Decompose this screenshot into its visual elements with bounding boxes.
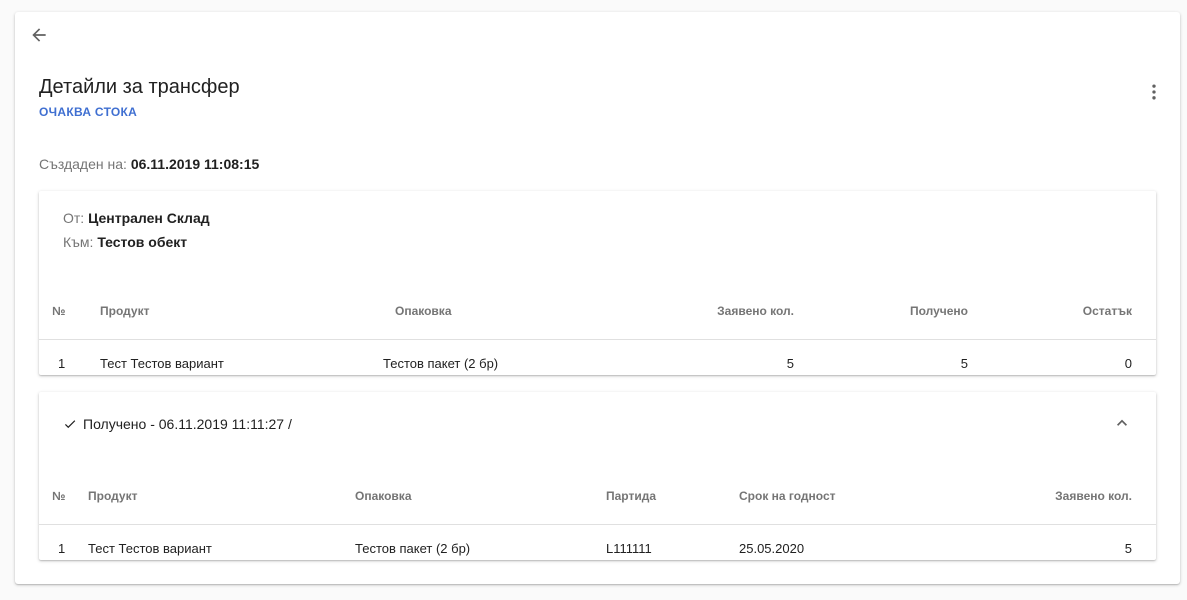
cell-package: Тестов пакет (2 бр) <box>355 541 471 556</box>
to-row: Към: Тестов обект <box>63 234 187 250</box>
collapse-button[interactable] <box>1112 413 1132 433</box>
cell-remaining: 0 <box>1124 356 1132 371</box>
column-header-batch: Партида <box>606 489 657 503</box>
received-title: Получено - 06.11.2019 11:11:27 / <box>83 416 292 432</box>
received-card: Получено - 06.11.2019 11:11:27 / № Проду… <box>39 392 1156 560</box>
column-header-expiry: Срок на годност <box>739 489 836 503</box>
column-header-product: Продукт <box>100 304 150 318</box>
column-header-package: Опаковка <box>355 489 412 503</box>
table-divider <box>39 524 1156 525</box>
chevron-up-icon <box>1117 419 1127 426</box>
to-label: Към: <box>63 234 94 250</box>
cell-product: Тест Тестов вариант <box>88 541 212 556</box>
cell-batch: L111111 <box>606 541 652 556</box>
check-icon <box>63 417 77 431</box>
arrow-back-icon <box>32 28 46 42</box>
table-divider <box>39 339 1156 340</box>
cell-number: 1 <box>58 356 66 371</box>
column-header-requested: Заявено кол. <box>1055 489 1132 503</box>
column-header-product: Продукт <box>88 489 138 503</box>
cell-expiry: 25.05.2020 <box>739 541 805 556</box>
to-value: Тестов обект <box>97 234 188 250</box>
transfer-details-page: Детайли за трансфер ОЧАКВА СТОКА Създаде… <box>15 12 1180 584</box>
page-title: Детайли за трансфер <box>39 76 240 98</box>
transfer-card: От: Централен Склад Към: Тестов обект № … <box>39 191 1156 375</box>
cell-number: 1 <box>58 541 66 556</box>
back-button[interactable] <box>27 23 51 47</box>
from-row: От: Централен Склад <box>63 210 210 226</box>
cell-package: Тестов пакет (2 бр) <box>383 356 499 371</box>
status-badge: ОЧАКВА СТОКА <box>39 105 138 119</box>
column-header-received: Получено <box>909 304 968 318</box>
more-options-button[interactable] <box>1142 80 1166 104</box>
column-header-number: № <box>52 304 66 318</box>
column-header-requested: Заявено кол. <box>717 304 794 318</box>
received-header[interactable]: Получено - 06.11.2019 11:11:27 / <box>63 416 292 432</box>
created-value: 06.11.2019 11:08:15 <box>130 156 260 172</box>
more-vert-icon <box>1152 84 1156 100</box>
cell-product: Тест Тестов вариант <box>100 356 224 371</box>
column-header-remaining: Остатък <box>1082 304 1132 318</box>
column-header-number: № <box>52 489 66 503</box>
column-header-package: Опаковка <box>395 304 452 318</box>
cell-requested: 5 <box>786 356 794 371</box>
from-value: Централен Склад <box>88 210 210 226</box>
cell-requested: 5 <box>1124 541 1132 556</box>
from-label: От: <box>63 210 85 226</box>
cell-received: 5 <box>960 356 968 371</box>
created-info: Създаден на: 06.11.2019 11:08:15 <box>39 156 259 172</box>
created-label: Създаден на: <box>39 156 127 172</box>
